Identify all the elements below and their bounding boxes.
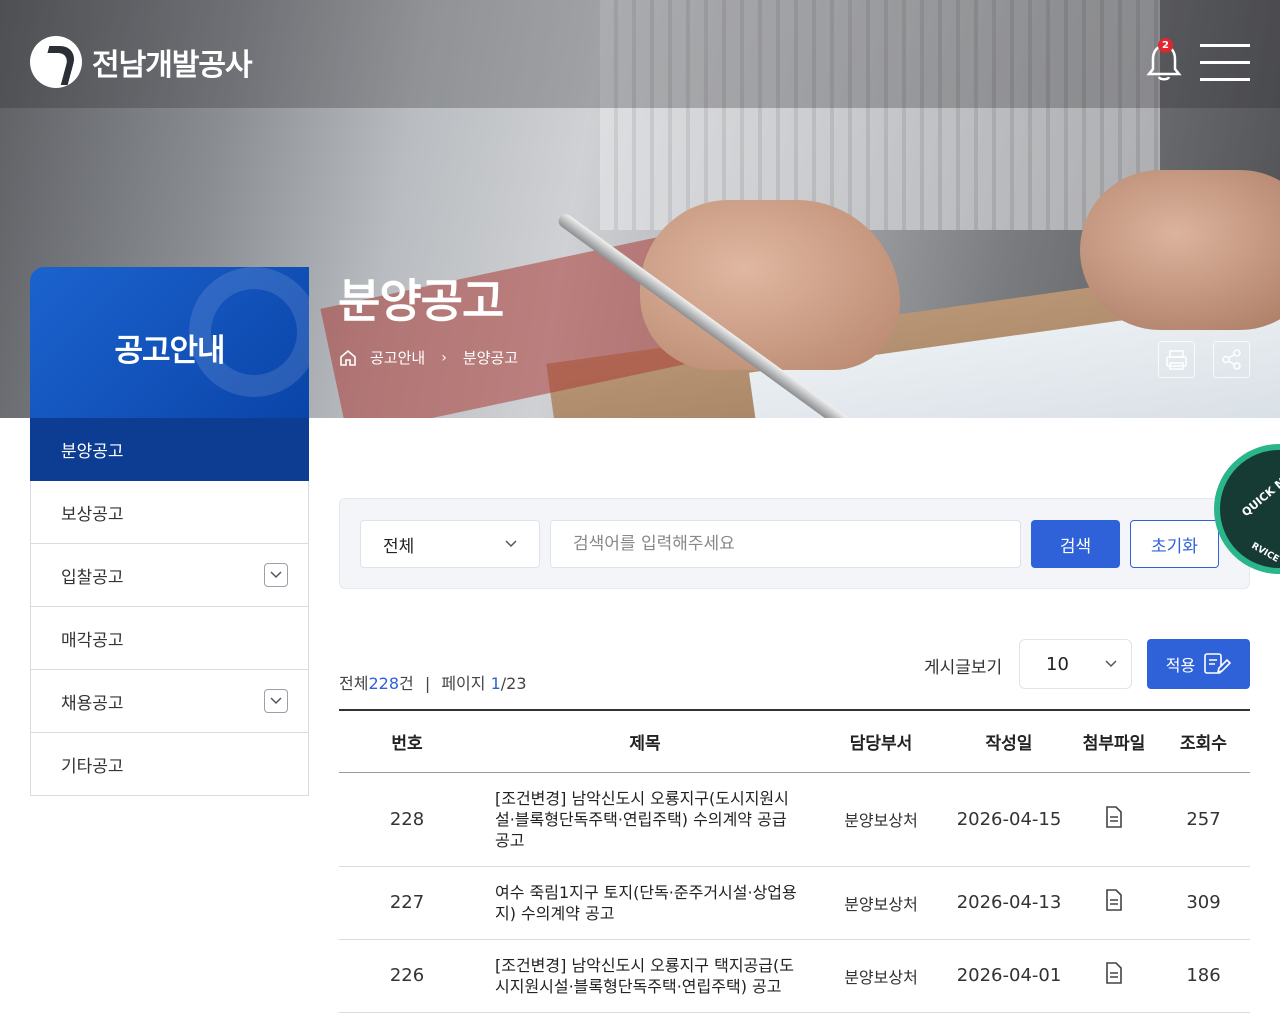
- category-select-value: 전체: [383, 536, 415, 557]
- apply-button[interactable]: 적용: [1147, 639, 1250, 689]
- page-current: 1: [490, 674, 501, 693]
- cell-views: 186: [1157, 939, 1250, 1013]
- col-header-date: 작성일: [947, 710, 1071, 773]
- reset-button[interactable]: 초기화: [1130, 520, 1219, 568]
- col-header-no: 번호: [339, 710, 475, 773]
- cell-attachment[interactable]: [1071, 772, 1157, 867]
- breadcrumb-item[interactable]: 분양공고: [463, 347, 518, 368]
- table-row[interactable]: 227 여수 죽림1지구 토지(단독·준주거시설·상업용지) 수의계약 공고 분…: [339, 866, 1250, 940]
- cell-date: 2026-04-13: [947, 866, 1071, 940]
- cell-dept: 분양보상처: [815, 866, 947, 940]
- site-logo[interactable]: 전남개발공사: [30, 36, 253, 88]
- per-page-label: 게시글보기: [924, 658, 1003, 678]
- cell-views: 309: [1157, 866, 1250, 940]
- sidebar-header: 공고안내: [30, 267, 309, 419]
- breadcrumb-item[interactable]: 공고안내: [370, 347, 425, 368]
- search-panel: 전체 검색 초기화: [339, 498, 1250, 589]
- col-header-attachment: 첨부파일: [1071, 710, 1157, 773]
- edit-list-icon: [1204, 653, 1232, 674]
- chevron-right-icon: ›: [441, 349, 447, 366]
- category-select[interactable]: 전체: [360, 520, 540, 568]
- breadcrumb: 공고안내 › 분양공고: [338, 347, 518, 368]
- quick-menu-label: QUICK MENU SE: [1239, 446, 1280, 520]
- sidebar-item-sale[interactable]: 분양공고: [30, 418, 309, 481]
- table-row[interactable]: 228 [조건변경] 남악신도시 오룡지구(도시지원시설·블록형단독주택·연립주…: [339, 772, 1250, 867]
- cell-no: 227: [339, 866, 475, 940]
- logo-text: 전남개발공사: [92, 48, 253, 83]
- share-icon: [1222, 349, 1241, 370]
- table-row[interactable]: 226 [조건변경] 남악신도시 오룡지구 택지공급(도시지원시설·블록형단독주…: [339, 939, 1250, 1013]
- chevron-down-icon[interactable]: [264, 563, 288, 587]
- sidebar-title: 공고안내: [114, 333, 225, 369]
- summary-suffix: 건: [399, 674, 414, 693]
- sidebar-item-label: 입찰공고: [61, 567, 124, 588]
- col-header-title: 제목: [475, 710, 815, 773]
- cell-date: 2026-04-01: [947, 939, 1071, 1013]
- page-total: /23: [500, 674, 527, 693]
- sidebar-item-label: 채용공고: [61, 693, 124, 714]
- summary-prefix: 전체: [339, 674, 369, 693]
- sidebar-item-etc[interactable]: 기타공고: [30, 733, 309, 796]
- col-header-dept: 담당부서: [815, 710, 947, 773]
- summary-divider: |: [424, 674, 431, 693]
- logo-icon: [30, 36, 82, 88]
- file-icon: [1106, 889, 1122, 911]
- sidebar-item-label: 기타공고: [61, 756, 124, 777]
- cell-title-link[interactable]: [조건변경] 남악신도시 오룡지구(도시지원시설·블록형단독주택·연립주택) 수…: [475, 772, 815, 867]
- search-input[interactable]: [550, 520, 1021, 568]
- cell-title-link[interactable]: [조건변경] 남악신도시 오룡지구 택지공급(도시지원시설·블록형단독주택·연립…: [475, 939, 815, 1013]
- cell-date: 2026-04-15: [947, 772, 1071, 867]
- share-button[interactable]: [1213, 341, 1250, 378]
- sidebar-item-bid[interactable]: 입찰공고: [30, 544, 309, 607]
- list-summary: 전체228건 | 페이지 1/23: [339, 670, 527, 694]
- page-title: 분양공고: [338, 274, 504, 328]
- cell-dept: 분양보상처: [815, 939, 947, 1013]
- print-button[interactable]: [1158, 341, 1195, 378]
- total-count: 228: [368, 674, 399, 693]
- sidebar-item-recruit[interactable]: 채용공고: [30, 670, 309, 733]
- table-header-row: 번호 제목 담당부서 작성일 첨부파일 조회수: [339, 710, 1250, 773]
- sidebar-item-label: 보상공고: [61, 504, 124, 525]
- notification-badge: 2: [1158, 38, 1173, 53]
- cell-no: 228: [339, 772, 475, 867]
- sidebar-item-compensation[interactable]: 보상공고: [30, 481, 309, 544]
- hero-bg-hand: [1080, 170, 1280, 330]
- sidebar-item-label: 매각공고: [61, 630, 124, 651]
- chevron-down-icon: [505, 540, 517, 548]
- cell-views: 257: [1157, 772, 1250, 867]
- per-page-select[interactable]: 10: [1019, 639, 1132, 689]
- hero-bg-hand: [640, 200, 900, 370]
- notice-table: 번호 제목 담당부서 작성일 첨부파일 조회수 228 [조건변경] 남악신도시…: [339, 709, 1250, 1013]
- chevron-down-icon: [1105, 660, 1117, 668]
- sidebar-item-label: 분양공고: [61, 441, 124, 462]
- page-label: 페이지: [441, 674, 486, 693]
- side-menu: 분양공고 보상공고 입찰공고 매각공고 채용공고 기타공고: [30, 418, 309, 796]
- quick-menu-label: RVICE: [1249, 541, 1280, 565]
- file-icon: [1106, 805, 1122, 828]
- cell-no: 226: [339, 939, 475, 1013]
- search-button[interactable]: 검색: [1031, 520, 1120, 568]
- chevron-down-icon[interactable]: [264, 689, 288, 713]
- menu-icon[interactable]: [1200, 44, 1250, 81]
- col-header-views: 조회수: [1157, 710, 1250, 773]
- printer-icon: [1166, 350, 1187, 370]
- per-page-value: 10: [1046, 653, 1069, 675]
- home-icon[interactable]: [338, 348, 358, 368]
- sidebar-item-disposal[interactable]: 매각공고: [30, 607, 309, 670]
- apply-label: 적용: [1165, 656, 1196, 675]
- cell-dept: 분양보상처: [815, 772, 947, 867]
- cell-title-link[interactable]: 여수 죽림1지구 토지(단독·준주거시설·상업용지) 수의계약 공고: [475, 866, 815, 940]
- cell-attachment[interactable]: [1071, 866, 1157, 940]
- cell-attachment[interactable]: [1071, 939, 1157, 1013]
- file-icon: [1106, 962, 1122, 984]
